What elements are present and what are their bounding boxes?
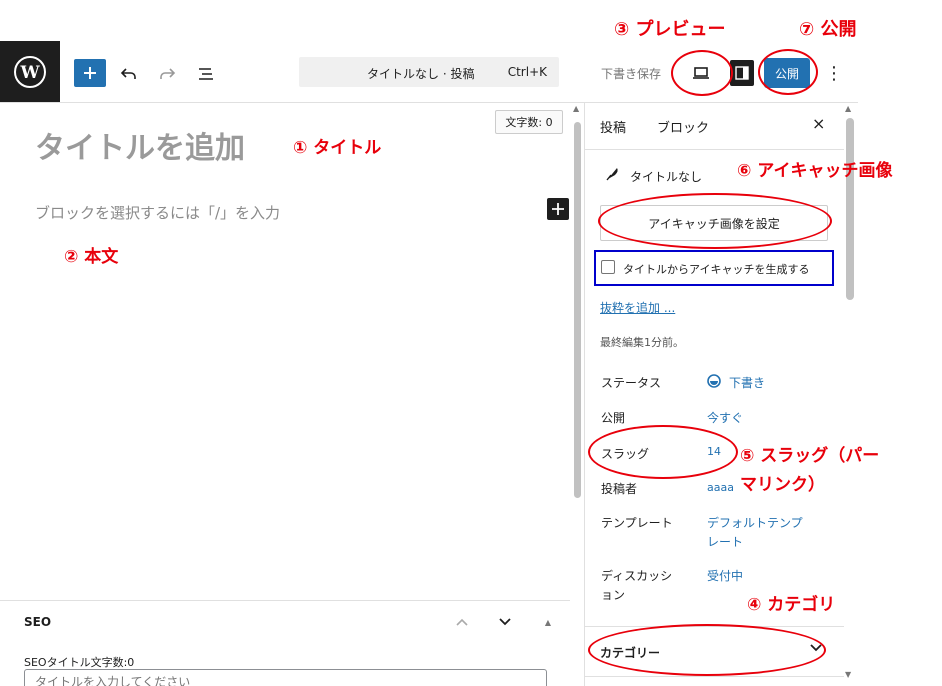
status-value[interactable]: 下書き (729, 374, 765, 391)
collapse-triangle-icon[interactable]: ▲ (538, 612, 558, 632)
last-edited-text: 最終編集1分前。 (600, 336, 684, 349)
plus-icon (84, 67, 96, 79)
plus-icon (552, 203, 564, 215)
author-value[interactable]: aaaa (707, 481, 734, 494)
tab-post[interactable]: 投稿 (600, 117, 626, 136)
annotation-preview: ③ プレビュー (614, 19, 726, 40)
annotation-publish: ⑦ 公開 (799, 19, 857, 40)
publish-label: 公開 (601, 411, 626, 425)
chevron-down-icon[interactable] (495, 612, 515, 632)
template-label: テンプレート (601, 516, 673, 530)
chevron-up-icon[interactable] (452, 612, 472, 632)
annotation-title: ① タイトル (293, 138, 382, 158)
tabs-divider (585, 149, 844, 150)
seo-title-input[interactable] (24, 669, 547, 686)
keyboard-shortcut: Ctrl+K (507, 65, 547, 79)
seo-title-count-label: SEOタイトル文字数:0 (24, 656, 135, 669)
seo-metabox-title: SEO (24, 615, 52, 629)
category-highlight-oval (588, 624, 826, 676)
svg-text:W: W (19, 63, 40, 83)
add-excerpt-link[interactable]: 抜粋を追加 ... (600, 299, 675, 316)
generate-featured-label[interactable]: タイトルからアイキャッチを生成する (623, 261, 809, 277)
document-overview-button[interactable] (192, 60, 220, 88)
discussion-label: ディスカッシ ョン (601, 569, 673, 602)
annotation-body: ② 本文 (64, 247, 119, 267)
annotation-slug-line2: マリンク） (740, 475, 825, 495)
post-name: タイトルなし (630, 170, 703, 184)
sidebar-scrollbar[interactable] (846, 118, 854, 300)
sidebar-icon (735, 66, 749, 80)
settings-sidebar-toggle[interactable] (730, 60, 754, 86)
undo-button[interactable] (115, 60, 143, 88)
save-draft-button[interactable]: 下書き保存 (601, 65, 661, 82)
post-title-input[interactable]: タイトルを追加 (35, 123, 245, 167)
options-menu-icon[interactable]: ⋮ (825, 60, 843, 86)
undo-icon (120, 68, 136, 79)
annotation-featured: ⑥ アイキャッチ画像 (737, 161, 893, 181)
wordpress-logo[interactable]: W (0, 41, 60, 103)
tab-block[interactable]: ブロック (657, 117, 709, 136)
word-count-badge: 文字数: 0 (495, 110, 563, 134)
featured-highlight-oval (598, 193, 832, 249)
publish-highlight-oval (758, 49, 818, 95)
sidebar-scroll-down-arrow[interactable]: ▼ (845, 670, 851, 679)
draft-status-icon (707, 374, 721, 388)
discussion-value[interactable]: 受付中 (707, 567, 743, 584)
block-inserter-button[interactable] (74, 59, 106, 87)
editor-scroll-up-arrow[interactable]: ▲ (573, 104, 579, 113)
status-label: ステータス (601, 376, 662, 390)
sidebar-scroll-up-arrow[interactable]: ▲ (845, 104, 851, 113)
redo-icon (160, 68, 176, 79)
list-view-icon (199, 68, 213, 80)
author-label: 投稿者 (601, 482, 638, 496)
post-feather-icon (606, 168, 618, 181)
template-value[interactable]: デフォルトテンプ レート (707, 514, 803, 552)
annotation-slug-line1: ⑤ スラッグ（パー (740, 446, 880, 466)
editor-scrollbar[interactable] (574, 122, 581, 498)
publish-date-value[interactable]: 今すぐ (707, 409, 743, 426)
preview-highlight-oval (671, 50, 733, 96)
redo-button[interactable] (153, 60, 181, 88)
generate-featured-checkbox[interactable] (601, 260, 615, 274)
annotation-category: ④ カテゴリ (747, 595, 836, 615)
command-palette-bar[interactable]: タイトルなし · 投稿 Ctrl+K (299, 57, 559, 87)
close-sidebar-icon[interactable]: × (812, 114, 825, 133)
document-title: タイトルなし · 投稿 (367, 67, 475, 81)
default-block-placeholder[interactable]: ブロックを選択するには「/」を入力 (35, 202, 280, 223)
wordpress-icon: W (14, 56, 46, 88)
category-panel-bottom-divider (585, 676, 844, 677)
slug-highlight-oval (588, 425, 738, 479)
add-block-button[interactable] (547, 198, 569, 220)
